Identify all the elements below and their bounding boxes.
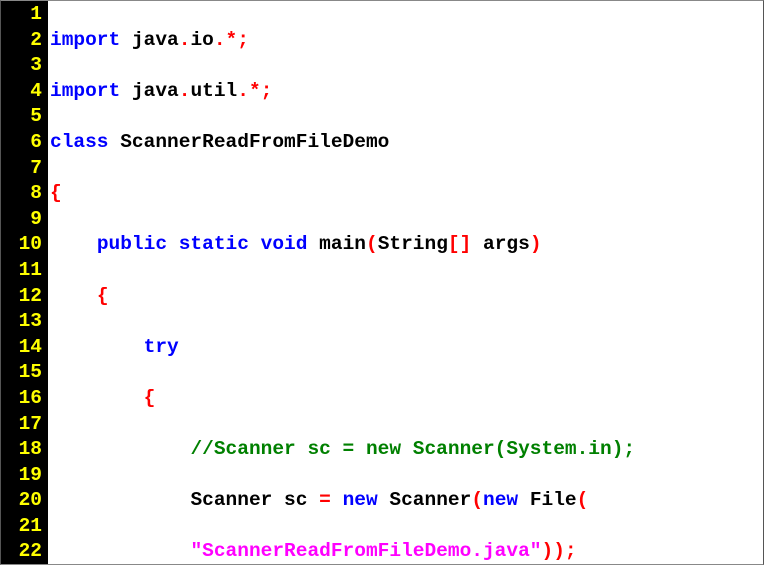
code-line: //Scanner sc = new Scanner(System.in); bbox=[50, 437, 763, 463]
line-number: 5 bbox=[1, 104, 42, 130]
line-number: 17 bbox=[1, 412, 42, 438]
code-line: import java.util.*; bbox=[50, 79, 763, 105]
line-number: 11 bbox=[1, 258, 42, 284]
line-number: 2 bbox=[1, 28, 42, 54]
line-number: 3 bbox=[1, 53, 42, 79]
line-number: 16 bbox=[1, 386, 42, 412]
line-number: 4 bbox=[1, 79, 42, 105]
line-number: 14 bbox=[1, 335, 42, 361]
line-number: 18 bbox=[1, 437, 42, 463]
code-line: "ScannerReadFromFileDemo.java")); bbox=[50, 539, 763, 564]
line-number: 8 bbox=[1, 181, 42, 207]
line-number: 7 bbox=[1, 156, 42, 182]
line-number: 10 bbox=[1, 232, 42, 258]
code-line: public static void main(String[] args) bbox=[50, 232, 763, 258]
code-line: { bbox=[50, 284, 763, 310]
line-number: 6 bbox=[1, 130, 42, 156]
line-number: 12 bbox=[1, 284, 42, 310]
line-number: 19 bbox=[1, 463, 42, 489]
code-editor: 1 2 3 4 5 6 7 8 9 10 11 12 13 14 15 16 1… bbox=[0, 0, 764, 565]
code-line: { bbox=[50, 181, 763, 207]
line-number: 1 bbox=[1, 2, 42, 28]
code-area[interactable]: import java.io.*; import java.util.*; cl… bbox=[48, 1, 763, 564]
line-number: 13 bbox=[1, 309, 42, 335]
line-number: 9 bbox=[1, 207, 42, 233]
line-number: 15 bbox=[1, 360, 42, 386]
code-line: import java.io.*; bbox=[50, 28, 763, 54]
line-number-gutter: 1 2 3 4 5 6 7 8 9 10 11 12 13 14 15 16 1… bbox=[1, 1, 48, 564]
line-number: 20 bbox=[1, 488, 42, 514]
code-line: class ScannerReadFromFileDemo bbox=[50, 130, 763, 156]
code-line: { bbox=[50, 386, 763, 412]
code-line: try bbox=[50, 335, 763, 361]
line-number: 22 bbox=[1, 539, 42, 565]
code-line: Scanner sc = new Scanner(new File( bbox=[50, 488, 763, 514]
line-number: 21 bbox=[1, 514, 42, 540]
